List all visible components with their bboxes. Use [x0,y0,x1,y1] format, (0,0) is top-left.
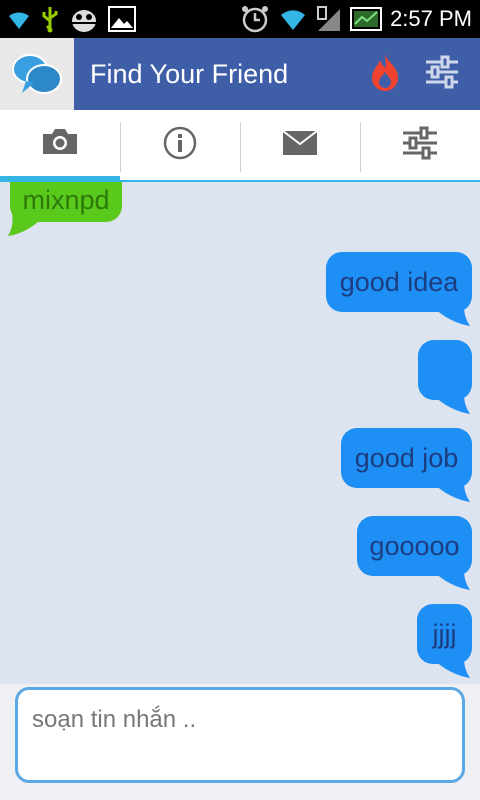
sliders-icon[interactable] [424,54,460,95]
status-time: 2:57 PM [390,6,472,31]
tab-bar [0,110,480,182]
message-text: good idea [339,266,459,297]
android-debug-icon [68,5,100,33]
bubble-tail [432,658,470,678]
chat-thread[interactable]: mixnpd good idea good job gooooo jjjj [0,182,480,684]
sliders-icon [401,124,439,167]
tab-settings[interactable] [360,110,480,182]
mail-icon [282,129,318,161]
message-bubble-outgoing[interactable] [418,340,472,400]
app-bar: Find Your Friend [0,38,480,110]
message-text: jjjj [432,618,457,649]
bubble-tail [432,482,470,502]
bubble-tail [432,394,470,414]
composer-bar [0,684,480,800]
page-title: Find Your Friend [90,59,289,89]
battery-icon [350,6,383,32]
wifi-icon [278,6,308,32]
message-bubble-outgoing[interactable]: good job [341,428,472,488]
bubble-tail [432,570,470,590]
camera-icon [41,126,79,161]
message-text: good job [354,442,459,473]
message-bubble-outgoing[interactable]: good idea [326,252,472,312]
bubble-tail [8,212,48,236]
tab-messages[interactable] [240,110,360,182]
tab-info[interactable] [120,110,240,182]
signal-icon [316,5,342,33]
status-bar: 2:57 PM [0,0,480,38]
tab-camera[interactable] [0,110,120,182]
message-input[interactable] [15,687,465,783]
app-logo-icon[interactable] [0,38,74,110]
message-text: gooooo [369,530,460,561]
image-icon [108,6,136,32]
message-bubble-outgoing[interactable]: gooooo [357,516,472,576]
wifi-icon [6,7,32,31]
info-icon [163,126,197,165]
alarm-clock-icon [240,5,270,33]
bubble-tail [432,306,470,326]
message-bubble-outgoing[interactable]: jjjj [417,604,472,664]
usb-icon [40,5,60,33]
flame-icon[interactable] [368,52,402,97]
